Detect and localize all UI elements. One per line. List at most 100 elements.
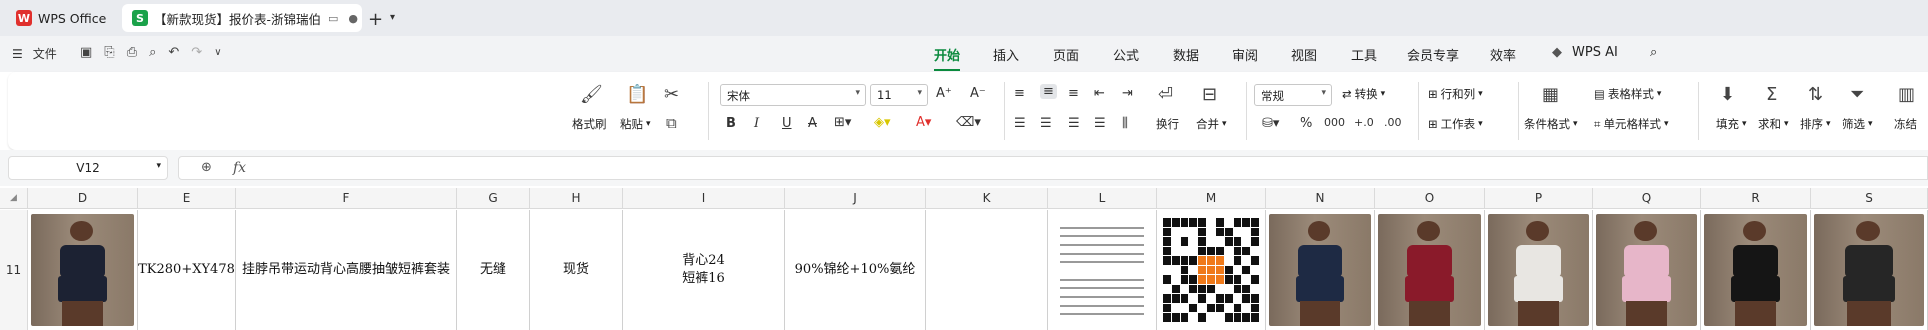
- file-menu[interactable]: ☰ 文件: [12, 45, 57, 62]
- column-header-K[interactable]: K: [926, 188, 1048, 209]
- column-header-S[interactable]: S: [1811, 188, 1928, 209]
- column-header-F[interactable]: F: [236, 188, 457, 209]
- sort-icon[interactable]: ⇅: [1808, 84, 1823, 105]
- align-middle-icon[interactable]: ≡: [1040, 84, 1057, 99]
- freeze-button[interactable]: 冻结: [1894, 116, 1917, 132]
- align-center-icon[interactable]: ☰: [1040, 116, 1052, 131]
- fill-color-icon[interactable]: ◈▾: [874, 115, 891, 130]
- font-size-select[interactable]: 11 ▾: [870, 84, 928, 106]
- column-header-I[interactable]: I: [623, 188, 785, 209]
- cell-J11[interactable]: 90%锦纶+10%氨纶: [785, 210, 926, 330]
- wrap-text-button[interactable]: 换行: [1156, 116, 1179, 132]
- search-icon[interactable]: ⌕: [1650, 45, 1657, 60]
- justify-icon[interactable]: ☰: [1094, 116, 1106, 131]
- wrap-text-icon[interactable]: ⏎: [1158, 84, 1173, 105]
- column-header-R[interactable]: R: [1701, 188, 1811, 209]
- copy-icon[interactable]: ⧉: [666, 114, 677, 132]
- column-header-G[interactable]: G: [457, 188, 530, 209]
- table-style-button[interactable]: ▤ 表格样式 ▾: [1594, 86, 1661, 102]
- row-col-button[interactable]: ⊞ 行和列 ▾: [1428, 86, 1483, 102]
- cell-I11[interactable]: 背心24 短裤16: [623, 210, 785, 330]
- border-icon[interactable]: ⊞▾: [834, 115, 851, 130]
- cell-E11[interactable]: TK280+XY478: [138, 210, 236, 330]
- cell-H11[interactable]: 现货: [530, 210, 623, 330]
- filter-button[interactable]: 筛选 ▾: [1842, 116, 1873, 132]
- tab-page[interactable]: 页面: [1053, 45, 1079, 64]
- zoom-icon[interactable]: ⊕: [201, 160, 212, 175]
- font-color-icon[interactable]: A▾: [916, 115, 931, 130]
- font-name-select[interactable]: 宋体 ▾: [720, 84, 866, 106]
- sum-icon[interactable]: Σ: [1766, 84, 1777, 105]
- column-header-E[interactable]: E: [138, 188, 236, 209]
- fill-icon[interactable]: ⬇: [1720, 84, 1735, 105]
- column-header-P[interactable]: P: [1485, 188, 1593, 209]
- cell-M11-qr-code-image[interactable]: [1157, 210, 1266, 330]
- save-icon[interactable]: ▣: [80, 45, 92, 60]
- italic-icon[interactable]: I: [754, 116, 759, 131]
- column-header-N[interactable]: N: [1266, 188, 1375, 209]
- currency-icon[interactable]: ⛁▾: [1262, 116, 1279, 131]
- tab-member[interactable]: 会员专享: [1407, 45, 1459, 64]
- number-format-select[interactable]: 常规 ▾: [1254, 84, 1332, 106]
- decrease-decimal-icon[interactable]: .00: [1384, 116, 1402, 129]
- column-header-Q[interactable]: Q: [1593, 188, 1701, 209]
- print-preview-icon[interactable]: ⌕: [149, 45, 156, 60]
- tab-formula[interactable]: 公式: [1113, 45, 1139, 64]
- chevron-down-icon[interactable]: ∨: [214, 45, 221, 60]
- tab-view[interactable]: 视图: [1291, 45, 1317, 64]
- underline-icon[interactable]: U: [782, 116, 792, 131]
- worksheet-button[interactable]: ⊞ 工作表 ▾: [1428, 116, 1483, 132]
- monitor-icon[interactable]: ▭: [328, 12, 338, 25]
- distribute-icon[interactable]: ⫼: [1122, 116, 1128, 131]
- cell-P11-photo[interactable]: [1485, 210, 1593, 330]
- format-painter-button[interactable]: 格式刷: [572, 116, 607, 132]
- merge-cells-icon[interactable]: ⊟: [1202, 84, 1217, 105]
- tab-wps-ai[interactable]: WPS AI: [1572, 45, 1618, 60]
- undo-icon[interactable]: ↶: [168, 45, 179, 60]
- convert-button[interactable]: ⇄ 转换 ▾: [1342, 86, 1385, 102]
- align-bottom-icon[interactable]: ≡: [1068, 86, 1079, 101]
- cell-K11[interactable]: [926, 210, 1048, 330]
- sum-button[interactable]: 求和 ▾: [1758, 116, 1789, 132]
- cell-Q11-photo[interactable]: [1593, 210, 1701, 330]
- thousands-icon[interactable]: 000: [1324, 116, 1345, 129]
- tab-data[interactable]: 数据: [1173, 45, 1199, 64]
- cell-G11[interactable]: 无缝: [457, 210, 530, 330]
- align-top-icon[interactable]: ≡: [1014, 86, 1025, 101]
- tab-review[interactable]: 审阅: [1232, 45, 1258, 64]
- tab-tools[interactable]: 工具: [1351, 45, 1377, 64]
- increase-decimal-icon[interactable]: +.0: [1354, 116, 1374, 129]
- paste-icon[interactable]: 📋: [626, 84, 648, 105]
- conditional-format-button[interactable]: 条件格式 ▾: [1524, 116, 1578, 132]
- bold-icon[interactable]: B: [726, 116, 736, 131]
- chevron-down-icon[interactable]: ▾: [390, 12, 395, 23]
- close-dot-icon[interactable]: ●: [348, 12, 358, 25]
- column-header-D[interactable]: D: [28, 188, 138, 209]
- sort-button[interactable]: 排序 ▾: [1800, 116, 1831, 132]
- clear-format-icon[interactable]: ⌫▾: [956, 115, 981, 130]
- fill-button[interactable]: 填充 ▾: [1716, 116, 1747, 132]
- format-painter-icon[interactable]: 🖌: [580, 84, 603, 105]
- decrease-font-icon[interactable]: A⁻: [970, 86, 986, 101]
- freeze-icon[interactable]: ▥: [1898, 84, 1915, 105]
- print-icon[interactable]: ⎙: [127, 45, 137, 60]
- filter-icon[interactable]: ⏷: [1850, 84, 1864, 105]
- tab-home[interactable]: 开始: [934, 45, 961, 71]
- cell-O11-photo[interactable]: [1375, 210, 1485, 330]
- cell-L11-size-chart-image[interactable]: [1048, 210, 1157, 330]
- tab-wps-office[interactable]: W WPS Office: [6, 4, 116, 32]
- cell-F11[interactable]: 挂脖吊带运动背心高腰抽皱短裤套装: [236, 210, 457, 330]
- fx-icon[interactable]: fx: [233, 160, 246, 176]
- tab-insert[interactable]: 插入: [993, 45, 1019, 64]
- paste-button[interactable]: 粘贴 ▾: [620, 116, 651, 132]
- indent-increase-icon[interactable]: ⇥: [1122, 86, 1133, 101]
- conditional-format-icon[interactable]: ▦: [1542, 84, 1559, 105]
- cell-D11-photo[interactable]: [28, 210, 138, 330]
- percent-icon[interactable]: %: [1300, 116, 1312, 131]
- cell-style-button[interactable]: ⌗ 单元格样式 ▾: [1594, 116, 1669, 132]
- merge-button[interactable]: 合并 ▾: [1196, 116, 1227, 132]
- cut-icon[interactable]: ✂: [664, 84, 679, 105]
- align-right-icon[interactable]: ☰: [1068, 116, 1080, 131]
- row-header[interactable]: 11: [0, 210, 28, 330]
- tab-document[interactable]: S 【新款现货】报价表-浙锦瑞伯 ▭ ●: [122, 4, 362, 32]
